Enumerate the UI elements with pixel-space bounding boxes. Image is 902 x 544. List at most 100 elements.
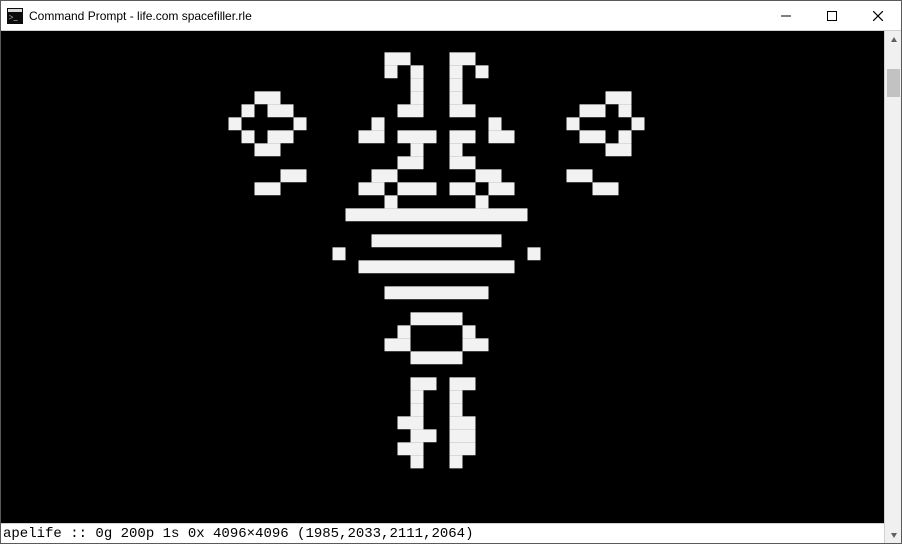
dead-cell <box>644 273 657 286</box>
dead-cell <box>592 221 605 234</box>
live-cell <box>423 260 436 273</box>
dead-cell <box>618 221 631 234</box>
dead-cell <box>306 260 319 273</box>
vertical-scrollbar[interactable] <box>884 31 901 543</box>
dead-cell <box>267 208 280 221</box>
dead-cell <box>592 65 605 78</box>
dead-cell <box>514 442 527 455</box>
dead-cell <box>215 429 228 442</box>
live-cell <box>384 338 397 351</box>
close-button[interactable] <box>855 1 901 30</box>
dead-cell <box>280 312 293 325</box>
dead-cell <box>332 390 345 403</box>
dead-cell <box>267 312 280 325</box>
dead-cell <box>527 52 540 65</box>
dead-cell <box>540 325 553 338</box>
dead-cell <box>215 390 228 403</box>
dead-cell <box>332 364 345 377</box>
dead-cell <box>371 221 384 234</box>
dead-cell <box>553 390 566 403</box>
dead-cell <box>566 65 579 78</box>
dead-cell <box>475 156 488 169</box>
dead-cell <box>306 52 319 65</box>
dead-cell <box>228 91 241 104</box>
dead-cell <box>540 364 553 377</box>
dead-cell <box>566 377 579 390</box>
dead-cell <box>514 156 527 169</box>
dead-cell <box>358 429 371 442</box>
dead-cell <box>579 52 592 65</box>
live-cell <box>280 130 293 143</box>
minimize-button[interactable] <box>763 1 809 30</box>
dead-cell <box>358 403 371 416</box>
dead-cell <box>527 78 540 91</box>
dead-cell <box>436 221 449 234</box>
dead-cell <box>371 104 384 117</box>
live-cell <box>449 182 462 195</box>
dead-cell <box>514 286 527 299</box>
dead-cell <box>579 91 592 104</box>
scroll-thumb[interactable] <box>887 69 900 97</box>
dead-cell <box>488 195 501 208</box>
dead-cell <box>280 208 293 221</box>
live-cell <box>397 182 410 195</box>
live-cell <box>566 169 579 182</box>
live-cell <box>488 182 501 195</box>
dead-cell <box>540 429 553 442</box>
dead-cell <box>293 377 306 390</box>
dead-cell <box>228 390 241 403</box>
live-cell <box>592 182 605 195</box>
dead-cell <box>254 390 267 403</box>
dead-cell <box>605 299 618 312</box>
dead-cell <box>267 351 280 364</box>
live-cell <box>605 182 618 195</box>
scroll-up-button[interactable] <box>885 31 902 48</box>
dead-cell <box>293 52 306 65</box>
maximize-button[interactable] <box>809 1 855 30</box>
dead-cell <box>553 104 566 117</box>
dead-cell <box>267 325 280 338</box>
dead-cell <box>215 325 228 338</box>
dead-cell <box>241 234 254 247</box>
dead-cell <box>306 117 319 130</box>
live-cell <box>436 234 449 247</box>
dead-cell <box>449 273 462 286</box>
dead-cell <box>475 442 488 455</box>
dead-cell <box>566 130 579 143</box>
cell-row <box>215 390 670 403</box>
dead-cell <box>293 390 306 403</box>
dead-cell <box>579 299 592 312</box>
dead-cell <box>319 65 332 78</box>
live-cell <box>488 260 501 273</box>
titlebar[interactable]: >_ Command Prompt - life.com spacefiller… <box>1 1 901 31</box>
scroll-down-button[interactable] <box>885 526 902 543</box>
dead-cell <box>319 325 332 338</box>
live-cell <box>488 169 501 182</box>
dead-cell <box>241 338 254 351</box>
dead-cell <box>488 91 501 104</box>
live-cell <box>462 156 475 169</box>
dead-cell <box>332 403 345 416</box>
dead-cell <box>228 312 241 325</box>
dead-cell <box>410 117 423 130</box>
dead-cell <box>358 156 371 169</box>
dead-cell <box>514 91 527 104</box>
dead-cell <box>618 364 631 377</box>
dead-cell <box>592 273 605 286</box>
dead-cell <box>306 312 319 325</box>
life-canvas[interactable] <box>1 31 884 523</box>
dead-cell <box>254 156 267 169</box>
live-cell <box>423 182 436 195</box>
dead-cell <box>436 91 449 104</box>
dead-cell <box>631 65 644 78</box>
dead-cell <box>566 182 579 195</box>
live-cell <box>501 130 514 143</box>
dead-cell <box>319 364 332 377</box>
dead-cell <box>254 104 267 117</box>
dead-cell <box>592 442 605 455</box>
dead-cell <box>566 221 579 234</box>
dead-cell <box>319 455 332 468</box>
dead-cell <box>332 65 345 78</box>
dead-cell <box>306 195 319 208</box>
dead-cell <box>241 65 254 78</box>
